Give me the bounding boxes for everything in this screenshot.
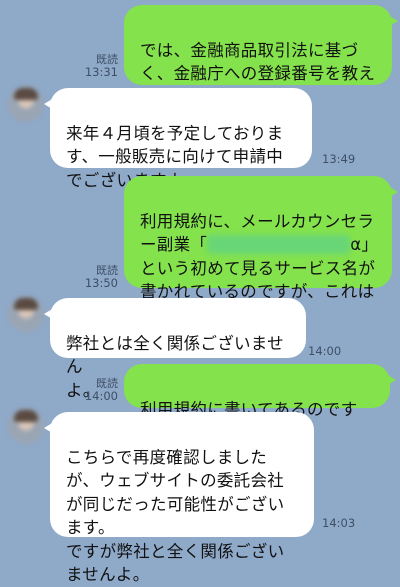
contact-avatar[interactable] — [8, 408, 44, 444]
outgoing-message[interactable]: 利用規約に書いてあるのですが？ — [124, 364, 396, 442]
redacted-service-name: ■■■■■■■■■ — [207, 235, 351, 254]
message-time: 13:49 — [322, 152, 356, 166]
outgoing-message[interactable]: 利用規約に、メールカウンセラー副業「■■■■■■■■■α」という初めて見るサービ… — [124, 176, 398, 325]
contact-avatar[interactable] — [8, 296, 44, 332]
incoming-message[interactable]: 弊社とは全く関係ございません よ。 — [44, 298, 306, 400]
outgoing-message[interactable]: では、金融商品取引法に基づく、金融庁への登録番号を教えてください。 — [124, 5, 398, 107]
message-time: 14:00 — [84, 389, 118, 403]
contact-avatar[interactable] — [8, 86, 44, 122]
message-meta: 既読 13:31 — [68, 53, 118, 79]
message-time: 14:03 — [322, 516, 356, 530]
message-time: 14:00 — [308, 344, 342, 358]
message-time: 13:50 — [84, 276, 118, 290]
chat-thread[interactable]: では、金融商品取引法に基づく、金融庁への登録番号を教えてください。 既読 13:… — [0, 0, 400, 584]
message-time: 13:31 — [84, 65, 118, 79]
incoming-message[interactable]: 来年４月頃を予定しております、一般販売に向けて申請中でございますよ。 — [44, 88, 312, 190]
incoming-message[interactable]: こちらで再度確認しましたが、ウェブサイトの委託会社が同じだった可能性がございます… — [44, 412, 314, 584]
message-meta: 既読 13:50 — [68, 264, 118, 290]
message-text: こちらで再度確認しましたが、ウェブサイトの委託会社が同じだった可能性がございます… — [66, 447, 285, 585]
message-meta: 既読 14:00 — [68, 377, 118, 403]
